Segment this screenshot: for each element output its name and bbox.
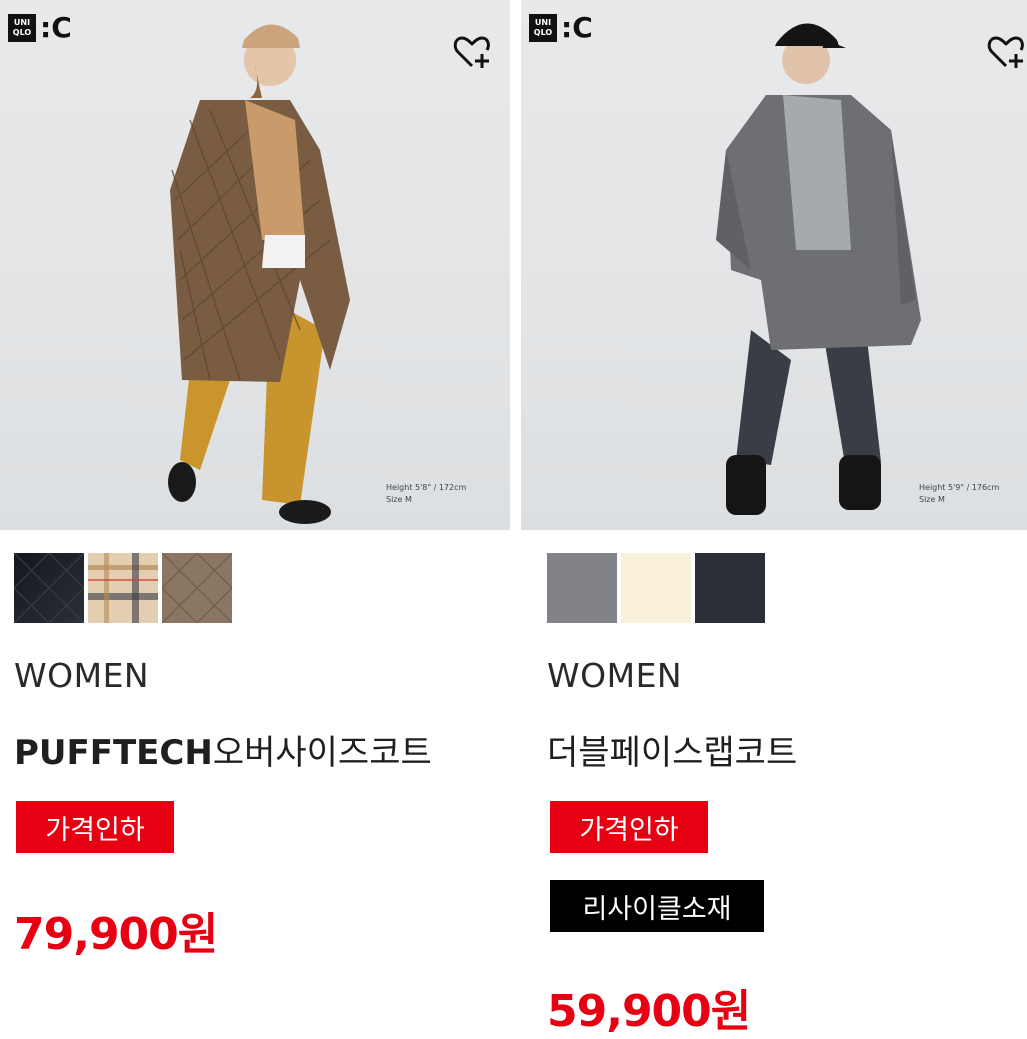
model-illustration (168, 24, 350, 524)
product-gender: WOMEN (14, 656, 150, 695)
price-down-badge: 가격인하 (16, 801, 174, 853)
brand-logo-box: UNI QLO (8, 14, 36, 42)
brand-logo-mark: :C (40, 11, 72, 44)
model-illustration (716, 23, 921, 515)
color-swatches (547, 553, 765, 623)
fit-info: Height 5'9" / 176cm Size M (919, 483, 1000, 504)
product-image[interactable]: UNI QLO :C Height 5'9" / 176cm Size M (521, 0, 1027, 530)
color-swatch[interactable] (88, 553, 158, 623)
product-name-bold: PUFFTECH (14, 733, 213, 773)
color-swatch[interactable] (13, 552, 85, 624)
brand-logo: UNI QLO :C (8, 14, 72, 42)
product-gender: WOMEN (547, 656, 683, 695)
color-swatches (13, 552, 233, 624)
brand-logo-box: UNI QLO (529, 14, 557, 42)
product-price: 79,900원 (14, 909, 218, 960)
plaid-pattern (88, 553, 158, 623)
quilt-pattern (161, 552, 233, 624)
product-name[interactable]: 더블페이스랩코트 (547, 725, 797, 774)
product-name-rest: 오버사이즈코트 (212, 733, 432, 773)
product-image[interactable]: UNI QLO :C Height 5'8" / 172cm Size M (0, 0, 510, 530)
heart-plus-icon[interactable] (986, 32, 1026, 72)
price-down-badge: 가격인하 (550, 801, 708, 853)
color-swatch[interactable] (695, 553, 765, 623)
heart-plus-icon[interactable] (452, 32, 492, 72)
fit-info: Height 5'8" / 172cm Size M (386, 483, 467, 504)
color-swatch[interactable] (161, 552, 233, 624)
product-name[interactable]: PUFFTECH오버사이즈코트 (14, 725, 432, 774)
product-card[interactable]: UNI QLO :C Height 5'8" / 172cm Size M WO… (0, 0, 510, 1025)
product-price: 59,900원 (547, 986, 751, 1037)
color-swatch[interactable] (547, 553, 617, 623)
brand-logo: UNI QLO :C (529, 14, 593, 42)
recycled-material-badge: 리사이클소재 (550, 880, 764, 932)
brand-logo-mark: :C (561, 11, 593, 44)
product-name-rest: 더블페이스랩코트 (547, 733, 798, 773)
product-card[interactable]: UNI QLO :C Height 5'9" / 176cm Size M WO… (521, 0, 1027, 1037)
color-swatch[interactable] (621, 553, 691, 623)
quilt-pattern (13, 552, 85, 624)
